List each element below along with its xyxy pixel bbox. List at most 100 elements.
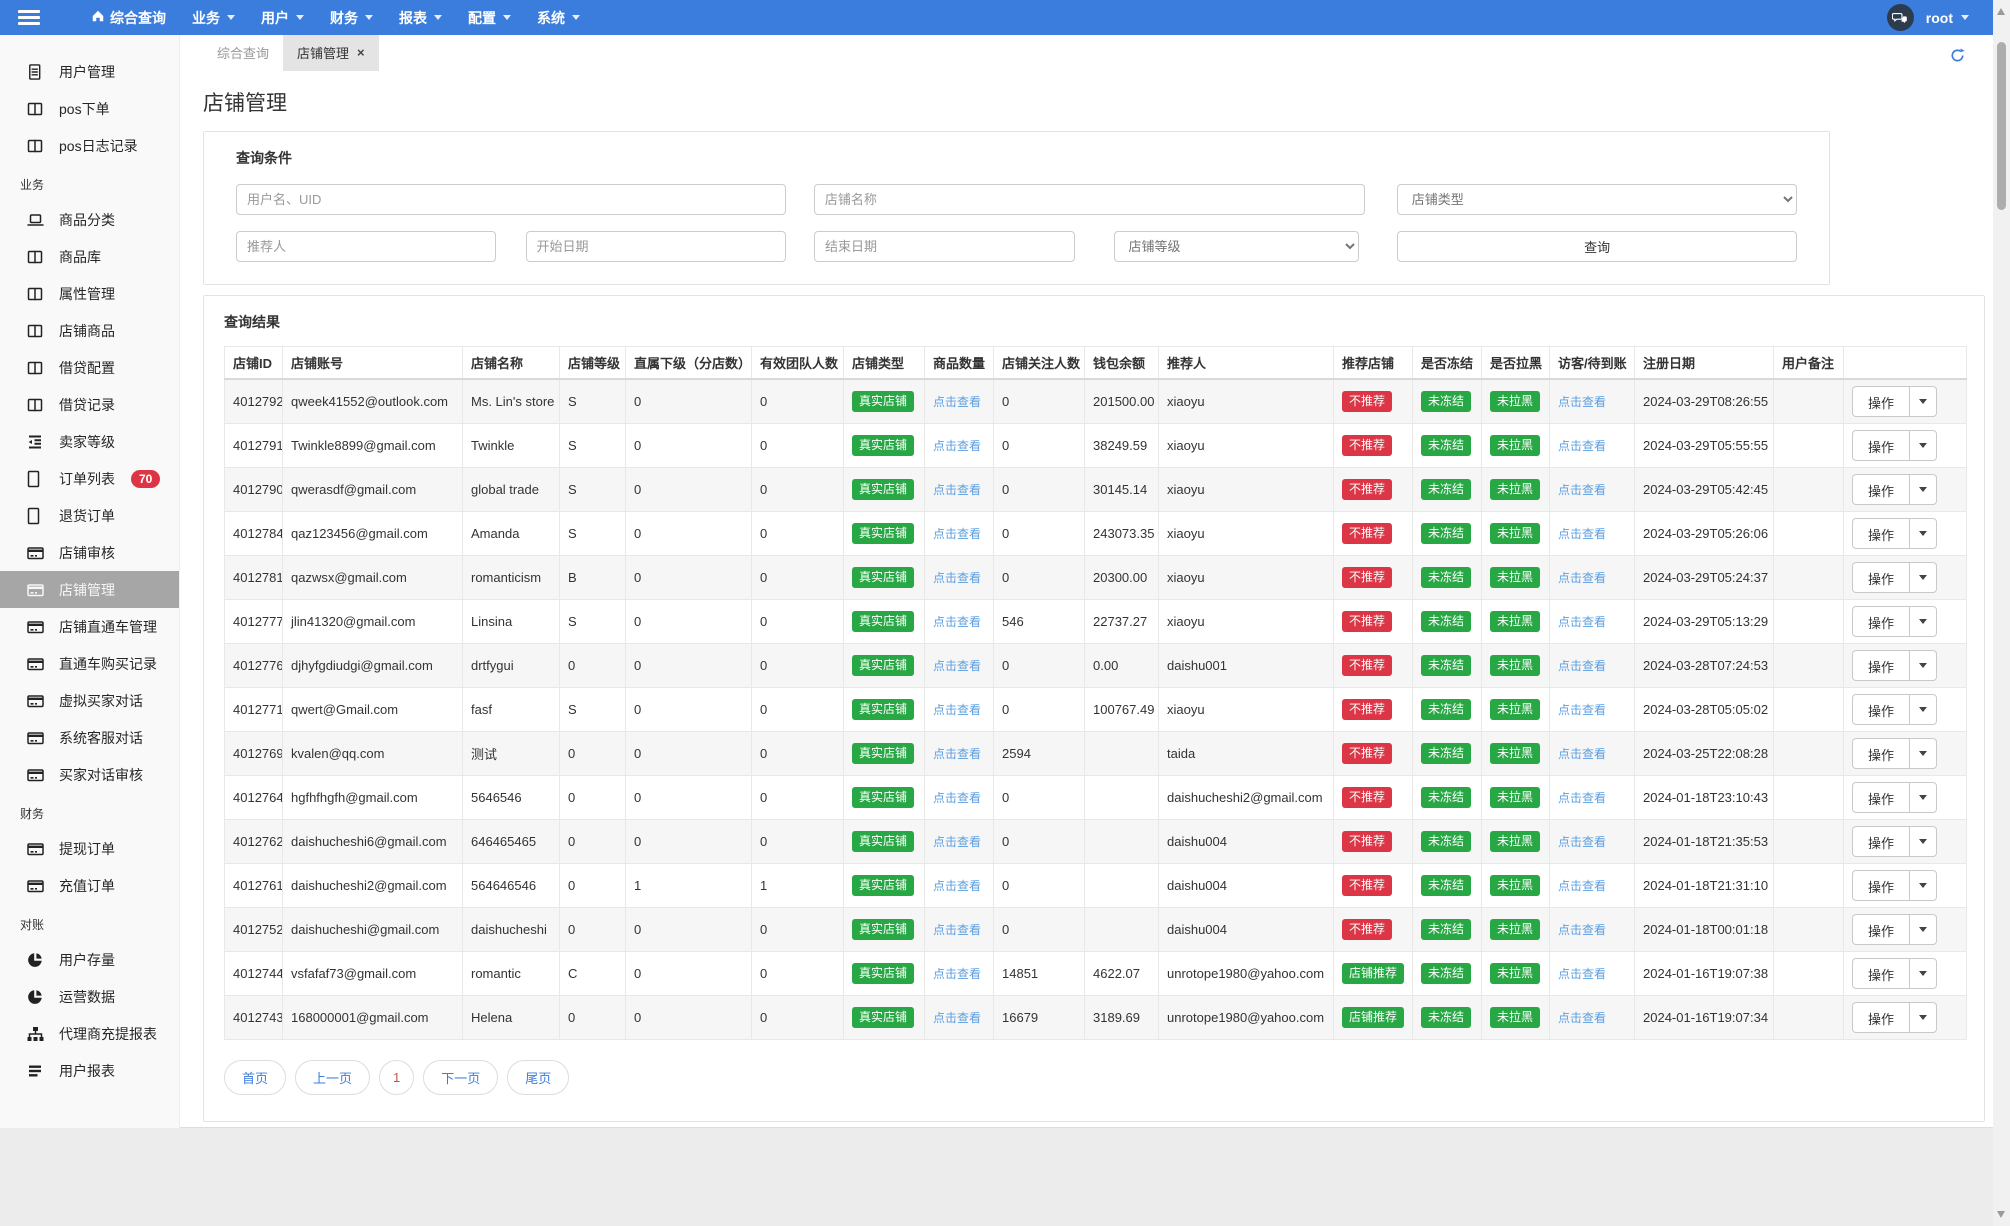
sidebar-item-店铺审核[interactable]: 店铺审核 (0, 534, 179, 571)
goods-count-link[interactable]: 点击查看 (933, 571, 981, 585)
chat-bubbles-icon[interactable] (1886, 4, 1914, 31)
sidebar-item-卖家等级[interactable]: 卖家等级 (0, 423, 179, 460)
action-dropdown-toggle[interactable] (1909, 651, 1936, 680)
sidebar-item-属性管理[interactable]: 属性管理 (0, 275, 179, 312)
action-split-button[interactable]: 操作 (1852, 738, 1938, 769)
nav-menu-4[interactable]: 报表 (386, 0, 455, 35)
nav-item-home[interactable]: 综合查询 (78, 0, 179, 35)
action-split-button[interactable]: 操作 (1852, 518, 1938, 549)
action-dropdown-toggle[interactable] (1909, 519, 1936, 548)
action-dropdown-toggle[interactable] (1909, 783, 1936, 812)
visitors-link[interactable]: 点击查看 (1558, 791, 1606, 805)
action-dropdown-toggle[interactable] (1909, 431, 1936, 460)
sidebar-item-用户管理[interactable]: 用户管理 (0, 53, 179, 90)
refresh-icon[interactable] (1949, 47, 1966, 67)
action-dropdown-toggle[interactable] (1909, 959, 1936, 988)
page-button-上一页[interactable]: 上一页 (295, 1060, 371, 1095)
referrer-input[interactable] (236, 231, 496, 262)
action-button[interactable]: 操作 (1853, 607, 1909, 636)
action-button[interactable]: 操作 (1853, 651, 1909, 680)
page-current[interactable]: 1 (379, 1060, 415, 1095)
sidebar-item-用户报表[interactable]: 用户报表 (0, 1052, 179, 1089)
action-split-button[interactable]: 操作 (1852, 386, 1938, 417)
action-dropdown-toggle[interactable] (1909, 607, 1936, 636)
action-dropdown-toggle[interactable] (1909, 871, 1936, 900)
goods-count-link[interactable]: 点击查看 (933, 923, 981, 937)
visitors-link[interactable]: 点击查看 (1558, 835, 1606, 849)
scroll-up-arrow-icon[interactable] (1997, 8, 2005, 15)
visitors-link[interactable]: 点击查看 (1558, 747, 1606, 761)
tab-shop-management[interactable]: 店铺管理 × (283, 34, 379, 71)
goods-count-link[interactable]: 点击查看 (933, 439, 981, 453)
user-menu[interactable]: root (1926, 10, 1969, 26)
visitors-link[interactable]: 点击查看 (1558, 483, 1606, 497)
goods-count-link[interactable]: 点击查看 (933, 747, 981, 761)
sidebar-item-充值订单[interactable]: 充值订单 (0, 867, 179, 904)
shop-type-select[interactable]: 店铺类型 (1396, 184, 1797, 215)
action-split-button[interactable]: 操作 (1852, 870, 1938, 901)
goods-count-link[interactable]: 点击查看 (933, 879, 981, 893)
action-split-button[interactable]: 操作 (1852, 694, 1938, 725)
sidebar-item-虚拟买家对话[interactable]: 虚拟买家对话 (0, 682, 179, 719)
action-dropdown-toggle[interactable] (1909, 739, 1936, 768)
action-button[interactable]: 操作 (1853, 431, 1909, 460)
nav-menu-2[interactable]: 用户 (248, 0, 317, 35)
page-button-尾页[interactable]: 尾页 (507, 1060, 570, 1095)
nav-menu-1[interactable]: 业务 (179, 0, 248, 35)
action-button[interactable]: 操作 (1853, 915, 1909, 944)
action-button[interactable]: 操作 (1853, 475, 1909, 504)
sidebar-item-运营数据[interactable]: 运营数据 (0, 978, 179, 1015)
search-button[interactable]: 查询 (1397, 231, 1797, 262)
action-dropdown-toggle[interactable] (1909, 915, 1936, 944)
goods-count-link[interactable]: 点击查看 (933, 703, 981, 717)
scroll-down-arrow-icon[interactable] (1997, 1211, 2005, 1218)
sidebar-item-借贷记录[interactable]: 借贷记录 (0, 386, 179, 423)
sidebar-item-直通车购买记录[interactable]: 直通车购买记录 (0, 645, 179, 682)
action-button[interactable]: 操作 (1853, 959, 1909, 988)
visitors-link[interactable]: 点击查看 (1558, 1011, 1606, 1025)
scrollbar-thumb[interactable] (1997, 42, 2006, 210)
tab-summary-query[interactable]: 综合查询 (203, 34, 283, 71)
sidebar-item-系统客服对话[interactable]: 系统客服对话 (0, 719, 179, 756)
visitors-link[interactable]: 点击查看 (1558, 395, 1606, 409)
action-split-button[interactable]: 操作 (1852, 826, 1938, 857)
visitors-link[interactable]: 点击查看 (1558, 527, 1606, 541)
goods-count-link[interactable]: 点击查看 (933, 659, 981, 673)
action-button[interactable]: 操作 (1853, 827, 1909, 856)
visitors-link[interactable]: 点击查看 (1558, 703, 1606, 717)
goods-count-link[interactable]: 点击查看 (933, 395, 981, 409)
goods-count-link[interactable]: 点击查看 (933, 527, 981, 541)
action-button[interactable]: 操作 (1853, 519, 1909, 548)
action-split-button[interactable]: 操作 (1852, 650, 1938, 681)
action-split-button[interactable]: 操作 (1852, 474, 1938, 505)
action-button[interactable]: 操作 (1853, 387, 1909, 416)
sidebar-item-店铺直通车管理[interactable]: 店铺直通车管理 (0, 608, 179, 645)
action-split-button[interactable]: 操作 (1852, 1002, 1938, 1033)
sidebar-item-店铺管理[interactable]: 店铺管理 (0, 571, 179, 608)
action-button[interactable]: 操作 (1853, 1003, 1909, 1032)
visitors-link[interactable]: 点击查看 (1558, 439, 1606, 453)
goods-count-link[interactable]: 点击查看 (933, 967, 981, 981)
action-dropdown-toggle[interactable] (1909, 563, 1936, 592)
vertical-scrollbar[interactable] (1993, 0, 2010, 1226)
goods-count-link[interactable]: 点击查看 (933, 835, 981, 849)
sidebar-item-用户存量[interactable]: 用户存量 (0, 941, 179, 978)
nav-menu-5[interactable]: 配置 (455, 0, 524, 35)
username-uid-input[interactable] (236, 184, 786, 215)
action-dropdown-toggle[interactable] (1909, 827, 1936, 856)
action-button[interactable]: 操作 (1853, 871, 1909, 900)
action-split-button[interactable]: 操作 (1852, 562, 1938, 593)
action-button[interactable]: 操作 (1853, 739, 1909, 768)
goods-count-link[interactable]: 点击查看 (933, 483, 981, 497)
visitors-link[interactable]: 点击查看 (1558, 659, 1606, 673)
page-button-下一页[interactable]: 下一页 (423, 1060, 499, 1095)
action-split-button[interactable]: 操作 (1852, 606, 1938, 637)
sidebar-item-pos日志记录[interactable]: pos日志记录 (0, 127, 179, 164)
action-split-button[interactable]: 操作 (1852, 430, 1938, 461)
action-split-button[interactable]: 操作 (1852, 958, 1938, 989)
action-dropdown-toggle[interactable] (1909, 387, 1936, 416)
shop-level-select[interactable]: 店铺等级 (1113, 231, 1360, 262)
close-icon[interactable]: × (357, 45, 365, 60)
sidebar-item-退货订单[interactable]: 退货订单 (0, 497, 179, 534)
sidebar-item-订单列表[interactable]: 订单列表 70 (0, 460, 179, 497)
